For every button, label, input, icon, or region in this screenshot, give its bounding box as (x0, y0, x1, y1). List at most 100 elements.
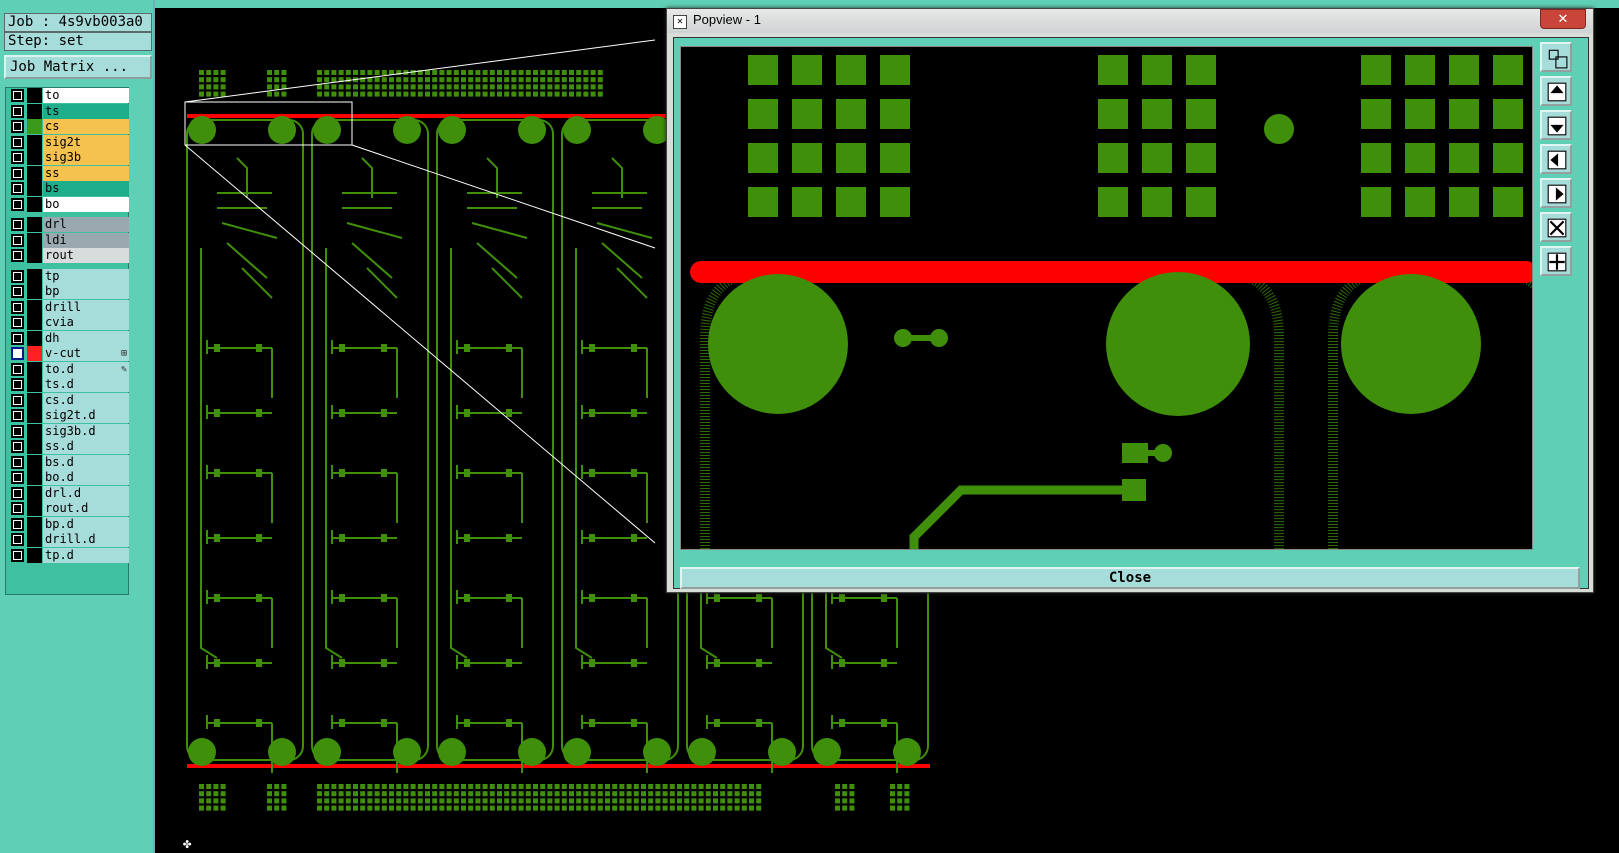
layer-row-tp[interactable]: tp (9, 268, 129, 284)
layer-row-bp[interactable]: bp (9, 284, 129, 299)
layer-row-bs[interactable]: bs (9, 181, 129, 196)
layer-color-swatch[interactable] (27, 196, 42, 212)
layer-color-swatch[interactable] (27, 165, 42, 181)
layer-checkbox[interactable] (11, 197, 24, 211)
layer-color-swatch[interactable] (27, 454, 42, 470)
layer-name[interactable]: ts.d (43, 377, 129, 392)
layer-row-sig3b.d[interactable]: sig3b.d (9, 423, 129, 439)
zoom-fit-icon[interactable] (1540, 42, 1572, 72)
layer-row-drl[interactable]: drl (9, 217, 129, 232)
layer-checkbox[interactable] (11, 409, 24, 422)
layer-row-drill.d[interactable]: drill.d (9, 532, 129, 547)
layer-name[interactable]: drl.d (43, 485, 129, 501)
layer-color-swatch[interactable] (27, 392, 42, 408)
layer-checkbox[interactable] (11, 316, 24, 329)
pan-left-icon[interactable] (1540, 144, 1572, 174)
layer-color-swatch[interactable] (27, 119, 42, 134)
layer-color-swatch[interactable] (27, 346, 42, 361)
layer-color-swatch[interactable] (27, 377, 42, 392)
layer-color-swatch[interactable] (27, 501, 42, 516)
layer-row-sig3b[interactable]: sig3b (9, 150, 129, 165)
layer-checkbox[interactable] (11, 120, 24, 133)
popview-titlebar[interactable]: ✕ Popview - 1 ✕ (667, 9, 1593, 33)
layer-color-swatch[interactable] (27, 248, 42, 263)
layer-color-swatch[interactable] (27, 330, 42, 346)
layer-name[interactable]: tp (43, 268, 129, 284)
layer-color-swatch[interactable] (27, 217, 42, 232)
layer-name[interactable]: bp (43, 284, 129, 299)
layer-row-cs[interactable]: cs (9, 119, 129, 134)
layer-name[interactable]: rout.d (43, 501, 129, 516)
layer-color-swatch[interactable] (27, 315, 42, 330)
layer-color-swatch[interactable] (27, 423, 42, 439)
layer-checkbox[interactable] (11, 285, 24, 298)
layer-color-swatch[interactable] (27, 103, 42, 119)
layer-checkbox[interactable] (11, 249, 24, 262)
layer-row-sig2t[interactable]: sig2t (9, 134, 129, 150)
layer-name[interactable]: bo.d (43, 470, 129, 485)
layer-color-swatch[interactable] (27, 547, 42, 563)
layer-row-drl.d[interactable]: drl.d (9, 485, 129, 501)
layer-checkbox[interactable] (11, 218, 24, 231)
layer-name[interactable]: cs.d (43, 392, 129, 408)
layer-name[interactable]: bs.d (43, 454, 129, 470)
layer-name[interactable]: ss (43, 165, 129, 181)
layer-name[interactable]: rout (43, 248, 129, 263)
layer-row-drill[interactable]: drill (9, 299, 129, 315)
layer-name[interactable]: sig2t.d (43, 408, 129, 423)
layer-name[interactable]: sig3b.d (43, 423, 129, 439)
layer-row-ss.d[interactable]: ss.d (9, 439, 129, 454)
layer-checkbox[interactable] (11, 104, 24, 118)
layer-name[interactable]: ss.d (43, 439, 129, 454)
layer-color-swatch[interactable] (27, 299, 42, 315)
layer-name[interactable]: ldi (43, 232, 129, 248)
layer-color-swatch[interactable] (27, 150, 42, 165)
window-close-icon[interactable]: ✕ (1540, 9, 1586, 29)
layer-row-ss[interactable]: ss (9, 165, 129, 181)
layer-row-ldi[interactable]: ldi (9, 232, 129, 248)
zoom-out-icon[interactable] (1540, 246, 1572, 276)
layer-checkbox[interactable] (11, 393, 24, 407)
layer-color-swatch[interactable] (27, 485, 42, 501)
layer-checkbox[interactable] (11, 533, 24, 546)
layer-checkbox[interactable] (11, 378, 24, 391)
layer-name[interactable]: bs (43, 181, 129, 196)
layer-checkbox[interactable] (11, 455, 24, 469)
layer-checkbox[interactable] (11, 331, 24, 345)
layer-row-cs.d[interactable]: cs.d (9, 392, 129, 408)
layer-name[interactable]: bp.d (43, 516, 129, 532)
job-matrix-button[interactable]: Job Matrix ... (4, 55, 152, 79)
close-button[interactable]: Close (680, 567, 1580, 589)
layer-row-dh[interactable]: dh (9, 330, 129, 346)
layer-color-swatch[interactable] (27, 470, 42, 485)
layer-checkbox[interactable] (11, 471, 24, 484)
layer-name[interactable]: drill (43, 299, 129, 315)
layer-row-cvia[interactable]: cvia (9, 315, 129, 330)
layer-checkbox[interactable] (11, 548, 24, 562)
layer-color-swatch[interactable] (27, 134, 42, 150)
layer-checkbox[interactable] (11, 182, 24, 195)
layer-checkbox[interactable] (11, 151, 24, 164)
popview-canvas[interactable] (680, 46, 1533, 550)
layer-checkbox[interactable] (11, 347, 24, 360)
pan-right-icon[interactable] (1540, 178, 1572, 208)
layer-name[interactable]: drl (43, 217, 129, 232)
layer-color-swatch[interactable] (27, 268, 42, 284)
layer-color-swatch[interactable] (27, 516, 42, 532)
layer-color-swatch[interactable] (27, 439, 42, 454)
layer-color-swatch[interactable] (27, 408, 42, 423)
layer-name[interactable]: sig3b (43, 150, 129, 165)
layer-row-tp.d[interactable]: tp.d (9, 547, 129, 563)
layer-name[interactable]: to (43, 88, 129, 103)
layer-checkbox[interactable] (11, 269, 24, 283)
layer-row-to.d[interactable]: to.d ✎ (9, 361, 129, 377)
layer-color-swatch[interactable] (27, 232, 42, 248)
layer-checkbox[interactable] (11, 502, 24, 515)
layer-name[interactable]: drill.d (43, 532, 129, 547)
layer-row-bp.d[interactable]: bp.d (9, 516, 129, 532)
layer-row-to[interactable]: to (9, 88, 129, 103)
layer-name[interactable]: v-cut ⊞ (43, 346, 129, 361)
layer-row-rout[interactable]: rout (9, 248, 129, 263)
layer-checkbox[interactable] (11, 300, 24, 314)
layer-color-swatch[interactable] (27, 361, 42, 377)
